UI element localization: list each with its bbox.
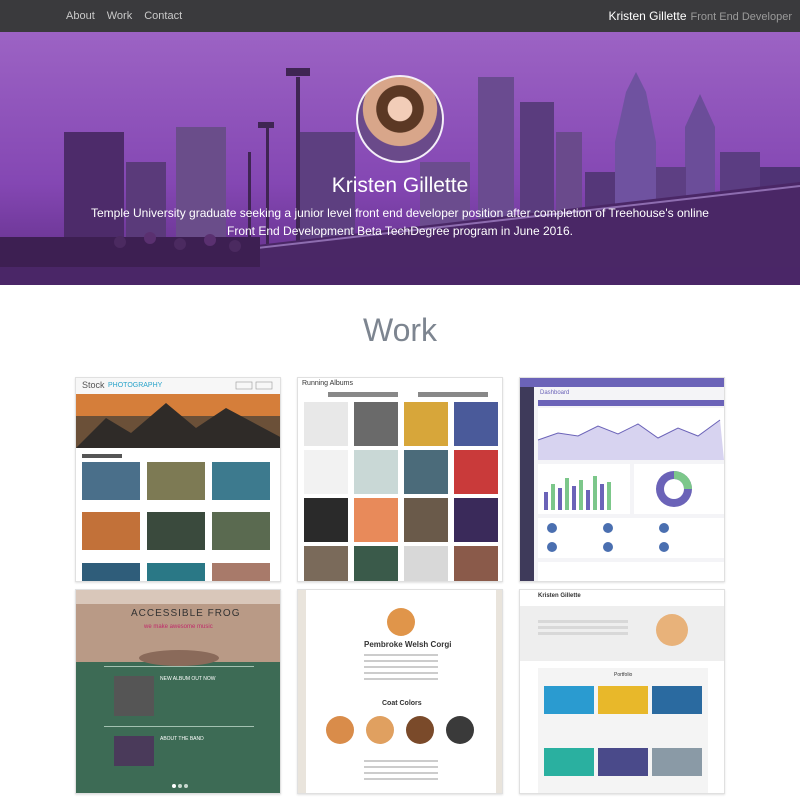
corgi-section: Coat Colors [382,700,422,707]
profile-avatar [356,75,444,163]
work-heading: Work [362,312,438,348]
nav-link-work[interactable]: Work [107,10,132,22]
hero-name: Kristen Gillette [331,174,469,197]
portfolio-title: Kristen Gillette [538,593,581,599]
brand-name: Kristen Gillette [608,9,687,23]
corgi-title: Pembroke Welsh Corgi [364,640,452,649]
project-thumbnail-accessible-frog[interactable]: ACCESSIBLE FROG we make awesome music NE… [75,589,281,794]
portfolio-preview [520,590,724,793]
frog-item-2: ABOUT THE BAND [160,736,204,742]
project-thumbnail-running-albums[interactable]: Running Albums [297,377,503,582]
project-thumbnail-corgi[interactable]: Pembroke Welsh Corgi Coat Colors [297,589,503,794]
nav-link-about[interactable]: About [66,10,95,22]
stock-photography-preview [76,378,280,581]
hero-banner: Kristen Gillette Temple University gradu… [0,32,800,285]
project-thumbnail-dashboard[interactable]: Dashboard [519,377,725,582]
accessible-frog-preview [76,590,280,793]
frog-title: ACCESSIBLE FROG [131,608,241,619]
running-albums-preview [298,378,502,581]
portfolio-section: Portfolio [614,672,633,678]
brand[interactable]: Kristen Gillette Front End Developer [608,9,792,23]
stock-title-b: PHOTOGRAPHY [108,382,163,389]
running-albums-title: Running Albums [302,380,353,387]
dashboard-title: Dashboard [540,390,570,396]
stock-title-a: Stock [82,380,105,390]
corgi-preview [298,590,502,793]
hero-tagline: Temple University graduate seeking a jun… [91,206,709,238]
dashboard-preview [520,378,724,581]
project-thumbnail-stock-photography[interactable]: Stock PHOTOGRAPHY [75,377,281,582]
nav-link-contact[interactable]: Contact [144,10,182,22]
project-thumbnail-portfolio[interactable]: Kristen Gillette Portfolio [519,589,725,794]
brand-role: Front End Developer [690,11,793,23]
frog-tagline: we make awesome music [144,624,213,630]
nav-links: About Work Contact [66,10,182,22]
frog-item-1: NEW ALBUM OUT NOW [160,676,216,682]
top-navbar: About Work Contact Kristen Gillette Fron… [0,0,800,32]
